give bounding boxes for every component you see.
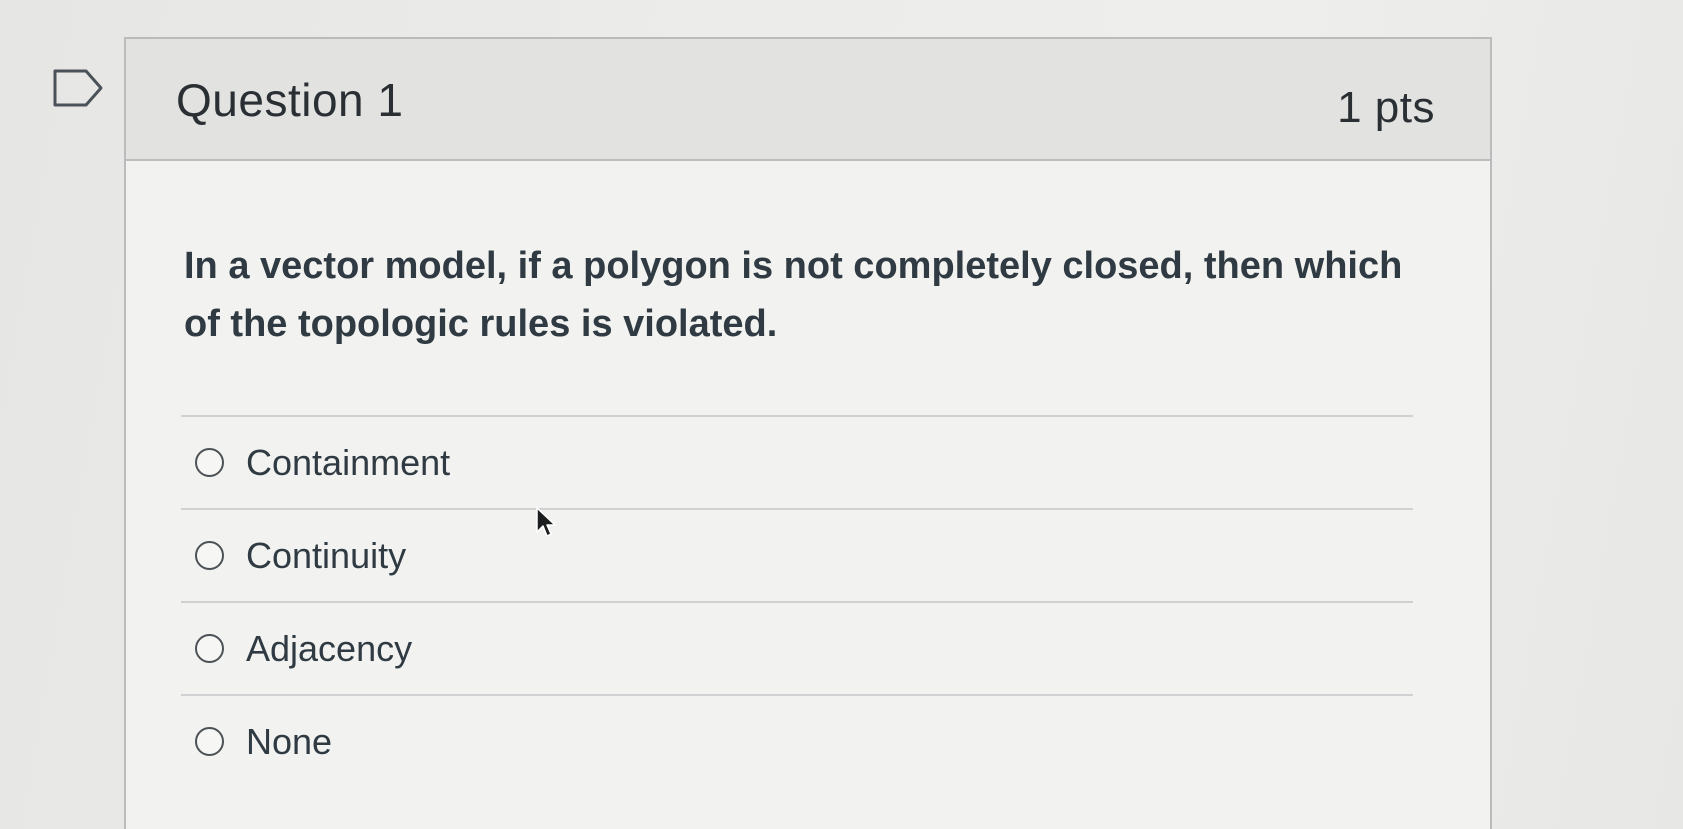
radio-button[interactable] bbox=[195, 727, 224, 756]
answer-option[interactable]: Adjacency bbox=[181, 601, 1413, 694]
answer-option[interactable]: Continuity bbox=[181, 508, 1413, 601]
quiz-page: Question 1 1 pts In a vector model, if a… bbox=[0, 0, 1683, 829]
mouse-pointer-icon bbox=[536, 507, 556, 537]
question-title: Question 1 bbox=[176, 74, 404, 126]
answer-label[interactable]: None bbox=[246, 721, 332, 763]
answer-label[interactable]: Containment bbox=[246, 442, 450, 484]
question-card: Question 1 1 pts In a vector model, if a… bbox=[124, 37, 1492, 829]
flag-question-icon[interactable] bbox=[52, 68, 104, 108]
question-points: 1 pts bbox=[1337, 83, 1435, 132]
radio-button[interactable] bbox=[195, 634, 224, 663]
answer-label[interactable]: Continuity bbox=[246, 535, 406, 577]
answer-list: Containment Continuity Adjacency None bbox=[181, 415, 1413, 787]
answer-label[interactable]: Adjacency bbox=[246, 628, 412, 670]
answer-option[interactable]: Containment bbox=[181, 415, 1413, 508]
question-text: In a vector model, if a polygon is not c… bbox=[184, 245, 1403, 345]
radio-button[interactable] bbox=[195, 541, 224, 570]
question-header: Question 1 1 pts bbox=[126, 39, 1490, 161]
answer-option[interactable]: None bbox=[181, 694, 1413, 787]
radio-button[interactable] bbox=[195, 448, 224, 477]
